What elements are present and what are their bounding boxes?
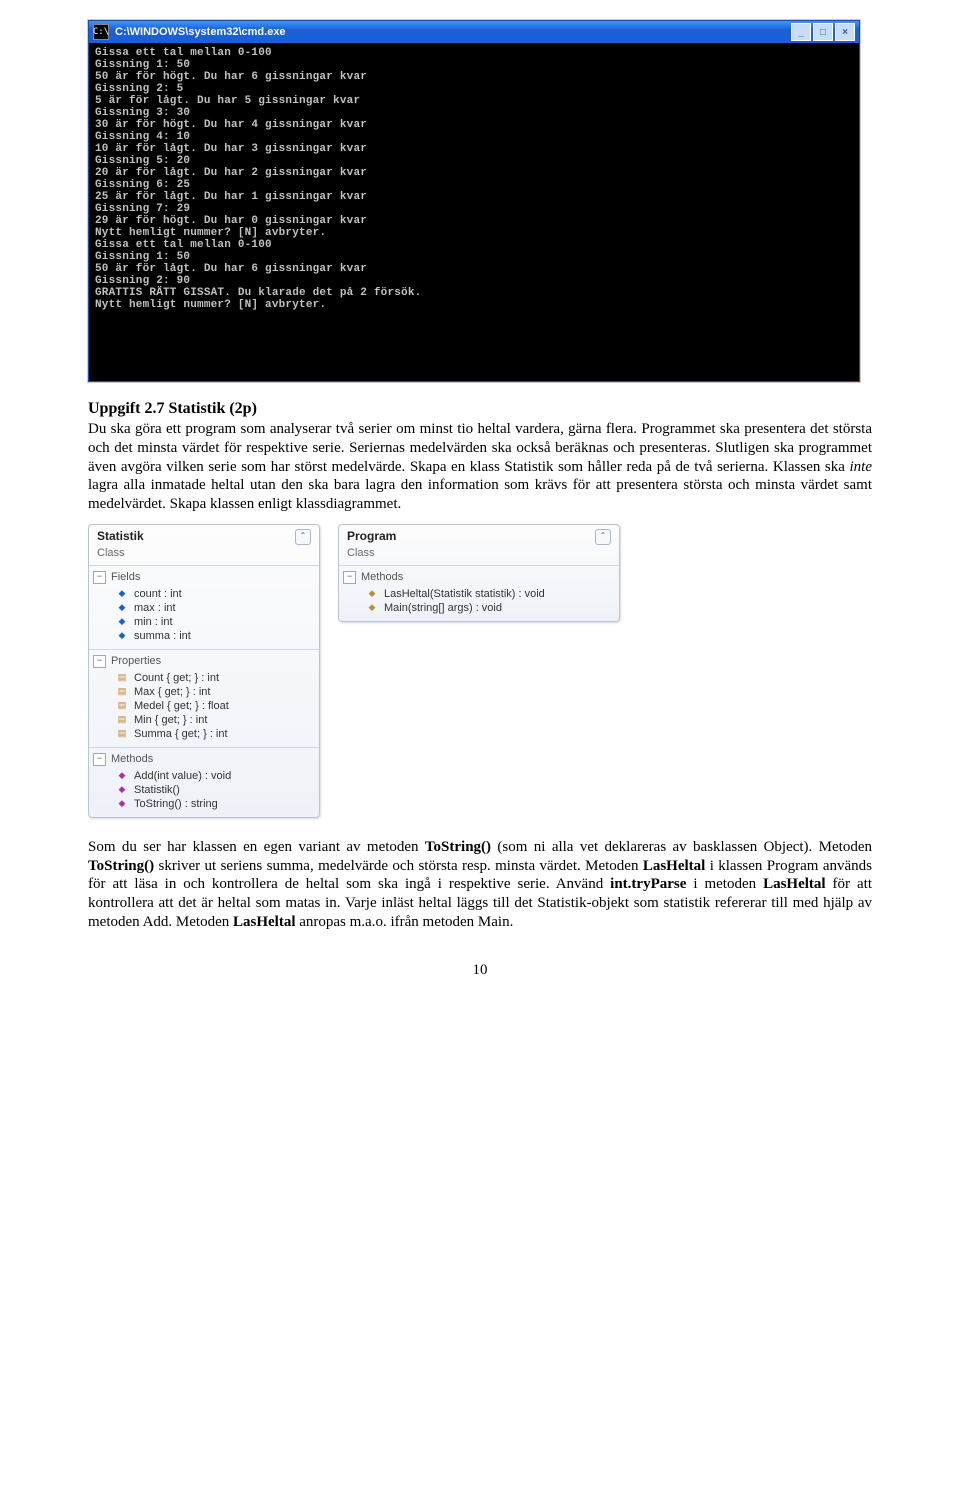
property-text: Min { get; } : int [134, 714, 207, 726]
section-label: Methods [111, 753, 153, 765]
class-name: Statistik [97, 529, 144, 545]
property-icon [115, 700, 129, 712]
method-item: ToString() : string [115, 797, 315, 811]
class-box-program: Program ⌃ Class − Methods LasHeltal(Stat… [338, 524, 620, 622]
cmd-output: Gissa ett tal mellan 0-100 Gissning 1: 5… [89, 43, 859, 381]
p2-t6: anropas m.a.o. ifrån metoden Main. [295, 914, 513, 930]
property-text: Count { get; } : int [134, 672, 219, 684]
property-item: Min { get; } : int [115, 713, 315, 727]
p2-t2: skriver ut seriens summa, medelvärde och… [154, 858, 643, 874]
field-text: summa : int [134, 630, 191, 642]
property-item: Medel { get; } : float [115, 699, 315, 713]
task-paragraph-2: Som du ser har klassen en egen variant a… [88, 838, 872, 932]
property-text: Summa { get; } : int [134, 728, 228, 740]
section-properties: − Properties Count { get; } : int Max { … [89, 649, 319, 747]
method-icon [115, 798, 129, 810]
property-item: Count { get; } : int [115, 671, 315, 685]
method-text: ToString() : string [134, 798, 218, 810]
method-text: LasHeltal(Statistik statistik) : void [384, 588, 545, 600]
class-name: Program [347, 529, 396, 545]
property-item: Max { get; } : int [115, 685, 315, 699]
section-methods: − Methods LasHeltal(Statistik statistik)… [339, 565, 619, 621]
field-text: min : int [134, 616, 173, 628]
minimize-button[interactable]: _ [791, 23, 811, 41]
cmd-titlebar: C:\ C:\WINDOWS\system32\cmd.exe _ □ × [89, 21, 859, 43]
property-item: Summa { get; } : int [115, 727, 315, 741]
section-label: Fields [111, 571, 140, 583]
p2-b4: LasHeltal [763, 876, 826, 892]
method-item: Statistik() [115, 783, 315, 797]
method-icon [115, 770, 129, 782]
field-text: max : int [134, 602, 176, 614]
p2-b0: ToString() [425, 839, 491, 855]
field-item: summa : int [115, 629, 315, 643]
collapse-chevron-icon[interactable]: ⌃ [595, 529, 611, 545]
cmd-window-title: C:\WINDOWS\system32\cmd.exe [115, 26, 789, 38]
field-item: max : int [115, 601, 315, 615]
property-icon [115, 728, 129, 740]
field-text: count : int [134, 588, 182, 600]
maximize-button[interactable]: □ [813, 23, 833, 41]
method-text: Main(string[] args) : void [384, 602, 502, 614]
method-item: Add(int value) : void [115, 769, 315, 783]
class-diagram-row: Statistik ⌃ Class − Fields count : int m… [88, 524, 872, 818]
section-toggle-icon[interactable]: − [93, 571, 106, 584]
p2-b3: int.tryParse [610, 876, 686, 892]
p1-after: lagra alla inmatade heltal utan den ska … [88, 477, 872, 512]
cmd-icon: C:\ [93, 24, 109, 40]
p2-t1: (som ni alla vet deklareras av basklasse… [491, 839, 872, 855]
page-number: 10 [88, 962, 872, 979]
method-item: Main(string[] args) : void [365, 601, 615, 615]
class-type-label: Class [89, 547, 319, 565]
property-icon [115, 672, 129, 684]
section-toggle-icon[interactable]: − [93, 753, 106, 766]
field-item: min : int [115, 615, 315, 629]
property-icon [115, 686, 129, 698]
method-text: Add(int value) : void [134, 770, 231, 782]
p1-italic: inte [850, 459, 873, 475]
property-text: Max { get; } : int [134, 686, 210, 698]
p2-t0: Som du ser har klassen en egen variant a… [88, 839, 425, 855]
property-text: Medel { get; } : float [134, 700, 229, 712]
method-icon [365, 602, 379, 614]
property-icon [115, 714, 129, 726]
method-icon [115, 784, 129, 796]
collapse-chevron-icon[interactable]: ⌃ [295, 529, 311, 545]
cmd-window: C:\ C:\WINDOWS\system32\cmd.exe _ □ × Gi… [88, 20, 860, 382]
p2-b1: ToString() [88, 858, 154, 874]
method-item: LasHeltal(Statistik statistik) : void [365, 587, 615, 601]
section-methods: − Methods Add(int value) : void Statisti… [89, 747, 319, 817]
task-paragraph-1: Du ska göra ett program som analyserar t… [88, 420, 872, 514]
method-text: Statistik() [134, 784, 180, 796]
field-icon [115, 602, 129, 614]
p2-b2: LasHeltal [643, 858, 706, 874]
section-toggle-icon[interactable]: − [343, 571, 356, 584]
section-toggle-icon[interactable]: − [93, 655, 106, 668]
field-item: count : int [115, 587, 315, 601]
p2-b5: LasHeltal [233, 914, 296, 930]
field-icon [115, 616, 129, 628]
class-box-statistik: Statistik ⌃ Class − Fields count : int m… [88, 524, 320, 818]
field-icon [115, 588, 129, 600]
task-heading: Uppgift 2.7 Statistik (2p) [88, 400, 872, 418]
p1-before: Du ska göra ett program som analyserar t… [88, 421, 872, 475]
class-type-label: Class [339, 547, 619, 565]
method-icon [365, 588, 379, 600]
field-icon [115, 630, 129, 642]
section-label: Methods [361, 571, 403, 583]
section-fields: − Fields count : int max : int min : int… [89, 565, 319, 649]
section-label: Properties [111, 655, 161, 667]
p2-t4: i metoden [686, 876, 763, 892]
close-button[interactable]: × [835, 23, 855, 41]
